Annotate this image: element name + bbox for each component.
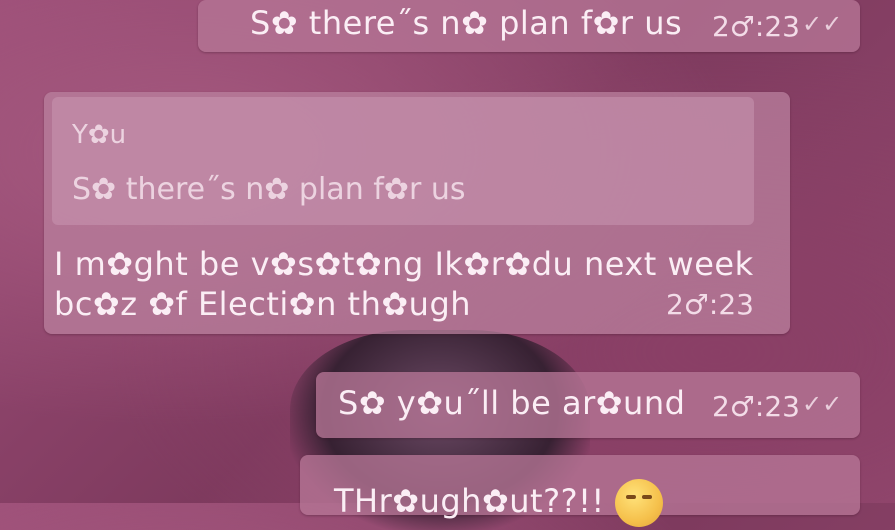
message-time: 2♂:23 <box>712 10 800 43</box>
message-text: I m✿ght be v✿s✿t✿ng Ik✿r✿du next week bc… <box>54 245 754 323</box>
message-time: 2♂:23 <box>712 390 800 423</box>
message-text: S✿ there˝s n✿ plan f✿r us <box>250 4 683 42</box>
quoted-reply-author: Y✿u <box>72 120 127 150</box>
quoted-reply-text: S✿ there˝s n✿ plan f✿r us <box>72 172 466 207</box>
double-check-icon: ✓✓ <box>802 390 843 418</box>
message-text: THr✿ugh✿ut??!! <box>334 479 663 527</box>
message-text-content: THr✿ugh✿ut??!! <box>334 482 605 520</box>
message-text: S✿ y✿u˝ll be ar✿und <box>338 384 686 422</box>
outgoing-message-bubble[interactable]: S✿ there˝s n✿ plan f✿r us 2♂:23 ✓✓ <box>198 0 860 52</box>
double-check-icon: ✓✓ <box>802 10 843 38</box>
smiling-face-emoji-icon <box>614 479 663 527</box>
message-time: 2♂:23 <box>666 288 754 321</box>
outgoing-message-bubble[interactable]: THr✿ugh✿ut??!! <box>300 455 860 527</box>
outgoing-message-bubble[interactable]: S✿ y✿u˝ll be ar✿und 2♂:23 ✓✓ <box>316 372 860 438</box>
